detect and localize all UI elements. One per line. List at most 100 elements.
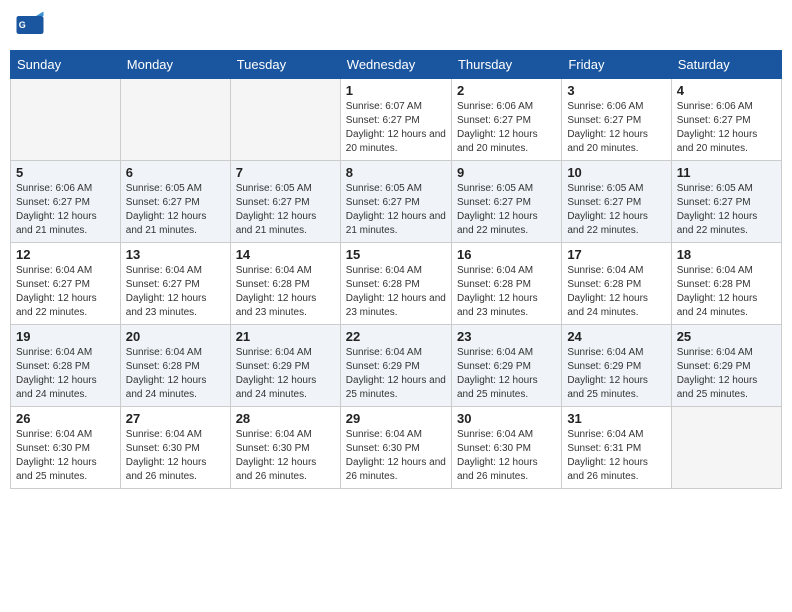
day-info: Sunrise: 6:04 AM Sunset: 6:30 PM Dayligh… (346, 428, 446, 484)
day-info: Sunrise: 6:06 AM Sunset: 6:27 PM Dayligh… (567, 100, 665, 156)
day-number: 1 (346, 83, 446, 98)
day-number: 28 (236, 411, 335, 426)
calendar-cell: 9 Sunrise: 6:05 AM Sunset: 6:27 PM Daylig… (451, 161, 561, 243)
day-info: Sunrise: 6:04 AM Sunset: 6:27 PM Dayligh… (126, 264, 225, 320)
day-number: 6 (126, 165, 225, 180)
weekday-header: Thursday (451, 51, 561, 79)
calendar-cell: 7 Sunrise: 6:05 AM Sunset: 6:27 PM Daylig… (230, 161, 340, 243)
day-info: Sunrise: 6:05 AM Sunset: 6:27 PM Dayligh… (677, 182, 776, 238)
calendar-cell: 15 Sunrise: 6:04 AM Sunset: 6:28 PM Dayli… (340, 243, 451, 325)
calendar-cell: 8 Sunrise: 6:05 AM Sunset: 6:27 PM Daylig… (340, 161, 451, 243)
day-info: Sunrise: 6:06 AM Sunset: 6:27 PM Dayligh… (16, 182, 115, 238)
calendar-cell: 20Sunrise: 6:04 AM Sunset: 6:28 PM Dayli… (120, 325, 230, 407)
calendar-cell: 29 Sunrise: 6:04 AM Sunset: 6:30 PM Dayli… (340, 407, 451, 489)
day-number: 17 (567, 247, 665, 262)
day-info: Sunrise: 6:04 AM Sunset: 6:28 PM Dayligh… (126, 346, 225, 402)
day-number: 3 (567, 83, 665, 98)
day-number: 5 (16, 165, 115, 180)
calendar-cell: 16 Sunrise: 6:04 AM Sunset: 6:28 PM Dayli… (451, 243, 561, 325)
day-info: Sunrise: 6:04 AM Sunset: 6:30 PM Dayligh… (236, 428, 335, 484)
day-number: 14 (236, 247, 335, 262)
day-info: Sunrise: 6:04 AM Sunset: 6:28 PM Dayligh… (236, 264, 335, 320)
calendar-cell: 4Sunrise: 6:06 AM Sunset: 6:27 PM Daylig… (671, 79, 781, 161)
calendar-week-row: 12 Sunrise: 6:04 AM Sunset: 6:27 PM Dayli… (11, 243, 782, 325)
day-info: Sunrise: 6:05 AM Sunset: 6:27 PM Dayligh… (457, 182, 556, 238)
calendar-cell: 21 Sunrise: 6:04 AM Sunset: 6:29 PM Dayli… (230, 325, 340, 407)
calendar-cell: 14 Sunrise: 6:04 AM Sunset: 6:28 PM Dayli… (230, 243, 340, 325)
day-info: Sunrise: 6:07 AM Sunset: 6:27 PM Dayligh… (346, 100, 446, 156)
day-number: 8 (346, 165, 446, 180)
calendar-cell: 26Sunrise: 6:04 AM Sunset: 6:30 PM Dayli… (11, 407, 121, 489)
weekday-header: Monday (120, 51, 230, 79)
calendar-table: SundayMondayTuesdayWednesdayThursdayFrid… (10, 50, 782, 489)
day-number: 21 (236, 329, 335, 344)
weekday-header: Sunday (11, 51, 121, 79)
day-number: 2 (457, 83, 556, 98)
day-number: 22 (346, 329, 446, 344)
day-info: Sunrise: 6:04 AM Sunset: 6:28 PM Dayligh… (567, 264, 665, 320)
calendar-cell: 23 Sunrise: 6:04 AM Sunset: 6:29 PM Dayli… (451, 325, 561, 407)
day-number: 23 (457, 329, 556, 344)
calendar-cell (11, 79, 121, 161)
calendar-cell (230, 79, 340, 161)
calendar-cell: 5 Sunrise: 6:06 AM Sunset: 6:27 PM Daylig… (11, 161, 121, 243)
calendar-cell: 19 Sunrise: 6:04 AM Sunset: 6:28 PM Dayli… (11, 325, 121, 407)
calendar-cell: 25 Sunrise: 6:04 AM Sunset: 6:29 PM Dayli… (671, 325, 781, 407)
weekday-header: Friday (562, 51, 671, 79)
calendar-cell: 18 Sunrise: 6:04 AM Sunset: 6:28 PM Dayli… (671, 243, 781, 325)
page-header: G (10, 10, 782, 40)
calendar-cell: 11 Sunrise: 6:05 AM Sunset: 6:27 PM Dayli… (671, 161, 781, 243)
day-info: Sunrise: 6:05 AM Sunset: 6:27 PM Dayligh… (346, 182, 446, 238)
day-info: Sunrise: 6:04 AM Sunset: 6:29 PM Dayligh… (567, 346, 665, 402)
day-number: 30 (457, 411, 556, 426)
day-info: Sunrise: 6:04 AM Sunset: 6:29 PM Dayligh… (236, 346, 335, 402)
calendar-cell: 3 Sunrise: 6:06 AM Sunset: 6:27 PM Daylig… (562, 79, 671, 161)
calendar-cell: 28 Sunrise: 6:04 AM Sunset: 6:30 PM Dayli… (230, 407, 340, 489)
calendar-week-row: 1 Sunrise: 6:07 AM Sunset: 6:27 PM Daylig… (11, 79, 782, 161)
svg-text:G: G (19, 20, 26, 30)
weekday-header: Saturday (671, 51, 781, 79)
calendar-week-row: 19 Sunrise: 6:04 AM Sunset: 6:28 PM Dayli… (11, 325, 782, 407)
day-info: Sunrise: 6:04 AM Sunset: 6:28 PM Dayligh… (677, 264, 776, 320)
calendar-cell: 12 Sunrise: 6:04 AM Sunset: 6:27 PM Dayli… (11, 243, 121, 325)
day-info: Sunrise: 6:04 AM Sunset: 6:28 PM Dayligh… (346, 264, 446, 320)
day-number: 12 (16, 247, 115, 262)
weekday-header: Wednesday (340, 51, 451, 79)
day-number: 18 (677, 247, 776, 262)
day-number: 13 (126, 247, 225, 262)
day-info: Sunrise: 6:04 AM Sunset: 6:27 PM Dayligh… (16, 264, 115, 320)
calendar-cell: 1 Sunrise: 6:07 AM Sunset: 6:27 PM Daylig… (340, 79, 451, 161)
calendar-cell: 22Sunrise: 6:04 AM Sunset: 6:29 PM Dayli… (340, 325, 451, 407)
day-number: 25 (677, 329, 776, 344)
calendar-cell: 13 Sunrise: 6:04 AM Sunset: 6:27 PM Dayli… (120, 243, 230, 325)
day-info: Sunrise: 6:05 AM Sunset: 6:27 PM Dayligh… (567, 182, 665, 238)
weekday-header: Tuesday (230, 51, 340, 79)
day-info: Sunrise: 6:05 AM Sunset: 6:27 PM Dayligh… (126, 182, 225, 238)
calendar-cell: 17 Sunrise: 6:04 AM Sunset: 6:28 PM Dayli… (562, 243, 671, 325)
calendar-cell: 30 Sunrise: 6:04 AM Sunset: 6:30 PM Dayli… (451, 407, 561, 489)
day-info: Sunrise: 6:04 AM Sunset: 6:30 PM Dayligh… (457, 428, 556, 484)
day-info: Sunrise: 6:05 AM Sunset: 6:27 PM Dayligh… (236, 182, 335, 238)
day-number: 29 (346, 411, 446, 426)
day-number: 10 (567, 165, 665, 180)
day-info: Sunrise: 6:04 AM Sunset: 6:31 PM Dayligh… (567, 428, 665, 484)
day-info: Sunrise: 6:04 AM Sunset: 6:29 PM Dayligh… (677, 346, 776, 402)
calendar-cell: 10 Sunrise: 6:05 AM Sunset: 6:27 PM Dayli… (562, 161, 671, 243)
day-info: Sunrise: 6:04 AM Sunset: 6:28 PM Dayligh… (16, 346, 115, 402)
day-info: Sunrise: 6:04 AM Sunset: 6:28 PM Dayligh… (457, 264, 556, 320)
day-info: Sunrise: 6:04 AM Sunset: 6:30 PM Dayligh… (16, 428, 115, 484)
day-number: 16 (457, 247, 556, 262)
day-number: 11 (677, 165, 776, 180)
day-number: 15 (346, 247, 446, 262)
calendar-cell: 24Sunrise: 6:04 AM Sunset: 6:29 PM Dayli… (562, 325, 671, 407)
calendar-cell (120, 79, 230, 161)
day-number: 19 (16, 329, 115, 344)
day-number: 7 (236, 165, 335, 180)
day-info: Sunrise: 6:04 AM Sunset: 6:30 PM Dayligh… (126, 428, 225, 484)
day-number: 4 (677, 83, 776, 98)
day-number: 9 (457, 165, 556, 180)
day-number: 27 (126, 411, 225, 426)
day-info: Sunrise: 6:04 AM Sunset: 6:29 PM Dayligh… (457, 346, 556, 402)
calendar-week-row: 26Sunrise: 6:04 AM Sunset: 6:30 PM Dayli… (11, 407, 782, 489)
calendar-cell: 31Sunrise: 6:04 AM Sunset: 6:31 PM Dayli… (562, 407, 671, 489)
